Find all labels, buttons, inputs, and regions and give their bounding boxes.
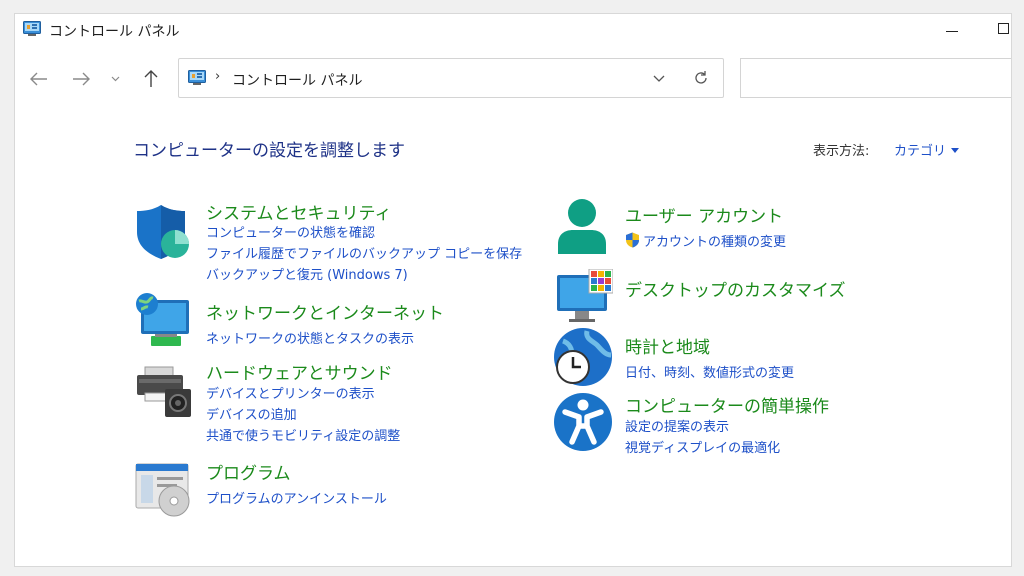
arrow-left-icon [30,72,47,86]
category-clock-region-title[interactable]: 時計と地域 [625,333,710,358]
link-change-account-type-label[interactable]: アカウントの種類の変更 [643,235,786,250]
view-by-dropdown[interactable]: カテゴリ [894,140,960,159]
link-optimize-visual-display[interactable]: 視覚ディスプレイの最適化 [625,437,780,456]
clock-globe-icon[interactable] [553,327,613,387]
shield-icon[interactable] [133,202,193,262]
recent-locations-button[interactable] [107,67,123,91]
caret-down-icon[interactable] [951,147,960,153]
title-bar: コントロール パネル [15,14,1011,46]
arrow-up-icon [144,70,158,87]
desktop-monitor-icon[interactable] [553,269,613,329]
control-panel-icon [188,70,206,85]
link-date-time-format[interactable]: 日付、時刻、数値形式の変更 [625,362,794,381]
link-uninstall-program[interactable]: プログラムのアンインストール [206,488,387,507]
link-add-device[interactable]: デバイスの追加 [206,404,297,423]
up-button[interactable] [139,67,163,91]
category-ease-of-access-title[interactable]: コンピューターの簡単操作 [625,392,829,417]
accessibility-icon[interactable] [553,392,613,452]
link-devices-printers[interactable]: デバイスとプリンターの表示 [206,383,375,402]
uac-shield-icon [626,232,639,248]
link-mobility-settings[interactable]: 共通で使うモビリティ設定の調整 [206,425,400,444]
view-by-value[interactable]: カテゴリ [894,140,946,159]
page-title: コンピューターの設定を調整します [133,141,405,161]
link-check-computer-status[interactable]: コンピューターの状態を確認 [206,222,375,241]
breadcrumb-separator[interactable]: › [215,69,220,84]
breadcrumb-control-panel[interactable]: コントロール パネル [232,70,362,90]
window-title: コントロール パネル [49,24,180,40]
arrow-right-icon [73,72,90,86]
link-backup-restore[interactable]: バックアップと復元 (Windows 7) [206,264,408,283]
link-suggested-settings[interactable]: 設定の提案の表示 [625,416,729,435]
maximize-button[interactable] [995,23,1009,35]
forward-button[interactable] [69,67,93,91]
minimize-button[interactable] [943,21,961,39]
control-panel-window: コントロール パネル › コントロール パネル コンピューターの設定を調整します… [14,13,1012,567]
category-programs-title[interactable]: プログラム [206,459,291,484]
category-network-internet-title[interactable]: ネットワークとインターネット [206,299,444,324]
category-user-accounts-title[interactable]: ユーザー アカウント [625,202,783,227]
back-button[interactable] [27,67,51,91]
refresh-icon[interactable] [693,70,709,86]
user-accounts-icon[interactable] [553,196,613,256]
programs-disc-icon[interactable] [133,459,193,519]
control-panel-icon [23,21,41,36]
search-input[interactable] [740,58,1011,98]
link-network-status-tasks[interactable]: ネットワークの状態とタスクの表示 [206,328,414,347]
link-change-account-type[interactable]: アカウントの種類の変更 [625,231,786,250]
chevron-down-icon [111,76,119,82]
view-by-label: 表示方法: [813,144,870,159]
category-system-security-title[interactable]: システムとセキュリティ [206,199,391,224]
chevron-down-icon[interactable] [651,70,667,86]
printer-speaker-icon[interactable] [133,359,193,419]
address-bar[interactable]: › コントロール パネル [178,58,724,98]
category-desktop-customization-title[interactable]: デスクトップのカスタマイズ [625,276,846,301]
link-file-history-backup[interactable]: ファイル履歴でファイルのバックアップ コピーを保存 [206,243,522,262]
network-globe-icon[interactable] [133,292,193,352]
category-hardware-sound-title[interactable]: ハードウェアとサウンド [206,359,393,384]
